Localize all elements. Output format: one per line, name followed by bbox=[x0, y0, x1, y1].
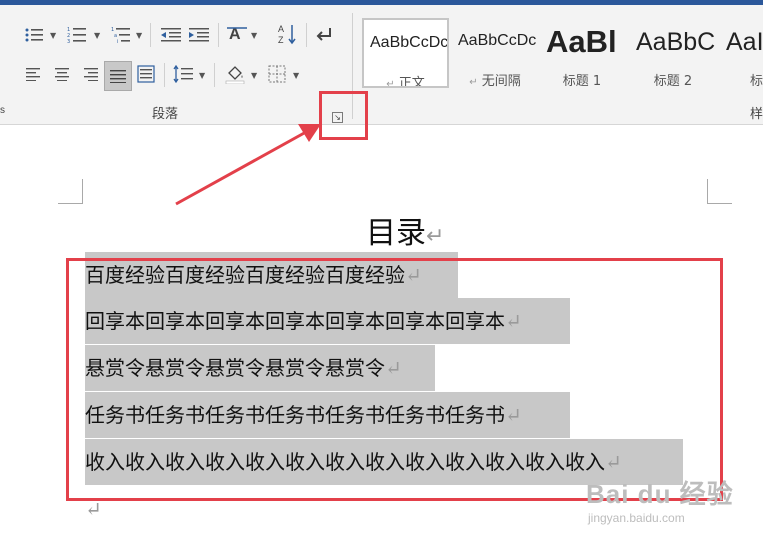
watermark-brand: Bai du 经验 bbox=[586, 479, 734, 509]
annotation-arrow bbox=[175, 124, 321, 206]
watermark-url: jingyan.baidu.com bbox=[588, 511, 685, 525]
watermark: Bai du 经验 jingyan.baidu.com bbox=[586, 474, 734, 525]
